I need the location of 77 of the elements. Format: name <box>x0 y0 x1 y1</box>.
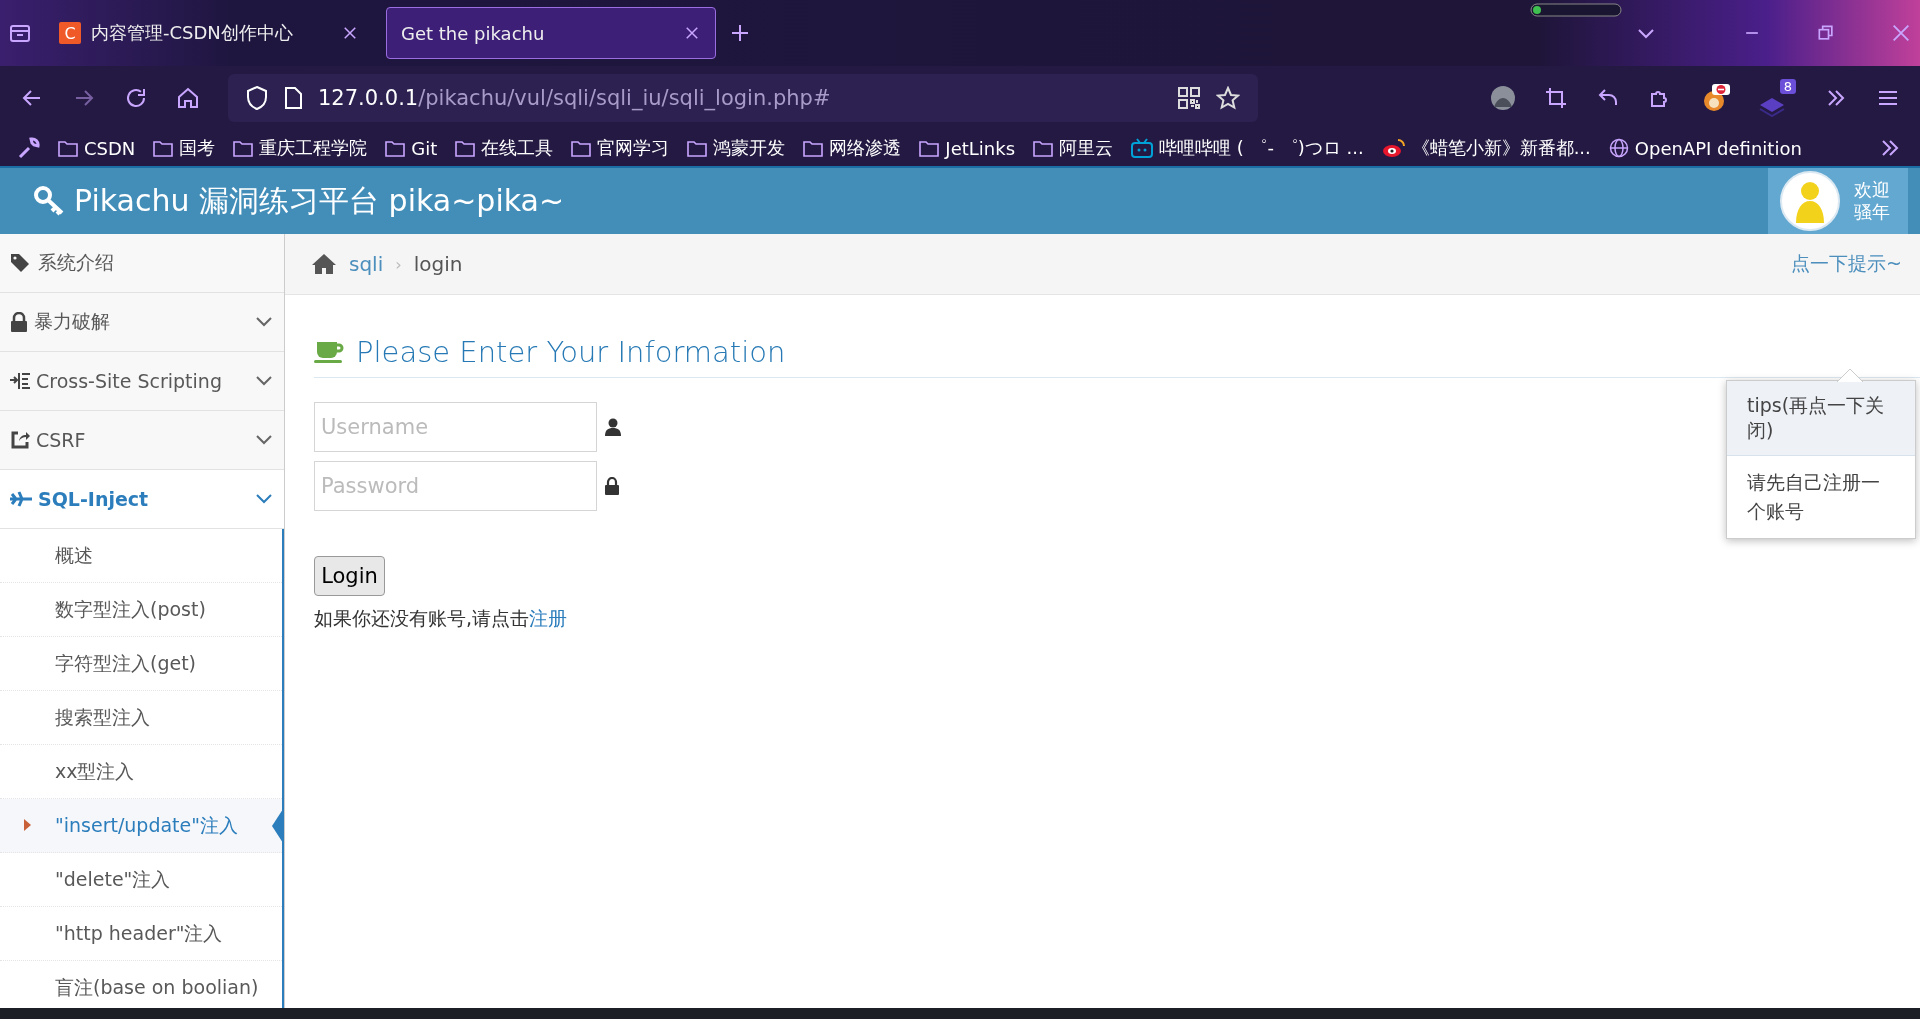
plane-icon <box>10 491 32 507</box>
bookmark[interactable]: CSDN <box>58 137 136 159</box>
tv-icon <box>1131 138 1154 158</box>
sidebar-subitem[interactable]: "insert/update"注入 <box>0 799 282 853</box>
folder-icon <box>233 139 254 157</box>
breadcrumb-separator: › <box>395 254 402 274</box>
register-link[interactable]: 注册 <box>529 607 568 629</box>
password-field[interactable]: Password <box>314 461 597 511</box>
folder-icon <box>803 139 824 157</box>
user-icon <box>605 418 621 436</box>
folder-icon <box>687 139 708 157</box>
tab-favicon: C <box>59 22 81 44</box>
browser-tab[interactable]: Get the pikachu <box>386 7 716 59</box>
caret-icon <box>24 819 31 831</box>
progress-pill-icon <box>1530 3 1622 17</box>
tab-title: 内容管理-CSDN创作中心 <box>91 21 294 45</box>
bookmark[interactable]: 在线工具 <box>455 136 554 160</box>
bookmark[interactable]: 官网学习 <box>571 136 670 160</box>
indent-list-icon <box>10 372 30 390</box>
chevron-down-icon <box>256 317 272 327</box>
page-icon <box>284 87 302 109</box>
login-button[interactable]: Login <box>314 556 385 596</box>
key-icon <box>34 186 66 216</box>
folder-icon <box>455 139 476 157</box>
url-text: 127.0.0.1/pikachu/vul/sqli/sqli_iu/sqli_login.php# <box>318 86 832 110</box>
bookmark[interactable]: 国考 <box>153 136 216 160</box>
folder-icon <box>58 139 78 157</box>
address-bar[interactable]: 127.0.0.1/pikachu/vul/sqli/sqli_iu/sqli_login.php# <box>228 74 1258 122</box>
home-icon[interactable] <box>176 86 200 110</box>
star-icon[interactable] <box>1216 86 1240 110</box>
extension-badge: 8 <box>1779 79 1796 94</box>
bookmark[interactable]: 哔哩哔哩 ( ゜- ゜)つロ ... <box>1131 136 1364 160</box>
bookmark[interactable]: 阿里云 <box>1033 136 1114 160</box>
chevron-down-icon <box>256 435 272 445</box>
bookmark[interactable]: JetLinks <box>919 137 1016 159</box>
bookmark[interactable]: 重庆工程学院 <box>233 136 368 160</box>
close-icon[interactable] <box>341 24 359 42</box>
tag-icon <box>10 253 32 273</box>
close-icon[interactable] <box>683 24 701 42</box>
avatar <box>1780 171 1840 231</box>
eye-logo-icon <box>1381 138 1406 158</box>
tips-title: tips(再点一下关闭) <box>1727 381 1915 456</box>
breadcrumb-current: login <box>413 252 464 276</box>
username-field[interactable]: Username <box>314 402 597 452</box>
register-prompt: 如果你还没有账号,请点击注册 <box>314 606 569 631</box>
extension-avatar-icon[interactable] <box>1490 85 1516 111</box>
bookmark[interactable]: 网络渗透 <box>803 136 902 160</box>
folder-icon <box>919 139 940 157</box>
qr-code-icon[interactable] <box>1178 87 1200 109</box>
chevron-down-icon <box>256 494 272 504</box>
browser-tab[interactable]: C 内容管理-CSDN创作中心 <box>44 7 374 59</box>
chevron-down-icon <box>256 376 272 386</box>
crop-icon[interactable] <box>1544 86 1568 110</box>
bookmark[interactable]: Git <box>385 137 438 159</box>
lock-icon <box>605 477 619 495</box>
globe-icon <box>1608 138 1629 158</box>
share-icon <box>10 430 30 450</box>
restore-icon[interactable] <box>1816 23 1836 43</box>
home-icon <box>311 253 337 275</box>
folder-icon <box>153 139 174 157</box>
sidebar-item[interactable]: SQL-Inject <box>0 470 284 529</box>
folder-icon <box>385 139 406 157</box>
site-title: Pikachu 漏洞练习平台 pika~pika~ <box>74 181 566 220</box>
reload-icon[interactable] <box>124 86 148 110</box>
tips-body: 请先自己注册一个账号 <box>1746 470 1881 524</box>
bookmark[interactable]: 鸿蒙开发 <box>687 136 786 160</box>
folder-icon <box>1033 139 1054 157</box>
lock-icon <box>10 312 28 332</box>
form-heading: Please Enter Your Information <box>356 335 786 369</box>
welcome-text: 欢迎 骚年 <box>1854 179 1890 223</box>
tab-title: Get the pikachu <box>401 22 546 44</box>
shield-icon <box>246 86 268 110</box>
folder-icon <box>571 139 592 157</box>
coffee-cup-icon <box>314 340 344 364</box>
wrench-icon[interactable] <box>18 137 40 159</box>
bookmark[interactable]: OpenAPI definition <box>1608 137 1802 159</box>
bookmark[interactable]: 《蜡笔小新》新番都... <box>1381 136 1591 160</box>
